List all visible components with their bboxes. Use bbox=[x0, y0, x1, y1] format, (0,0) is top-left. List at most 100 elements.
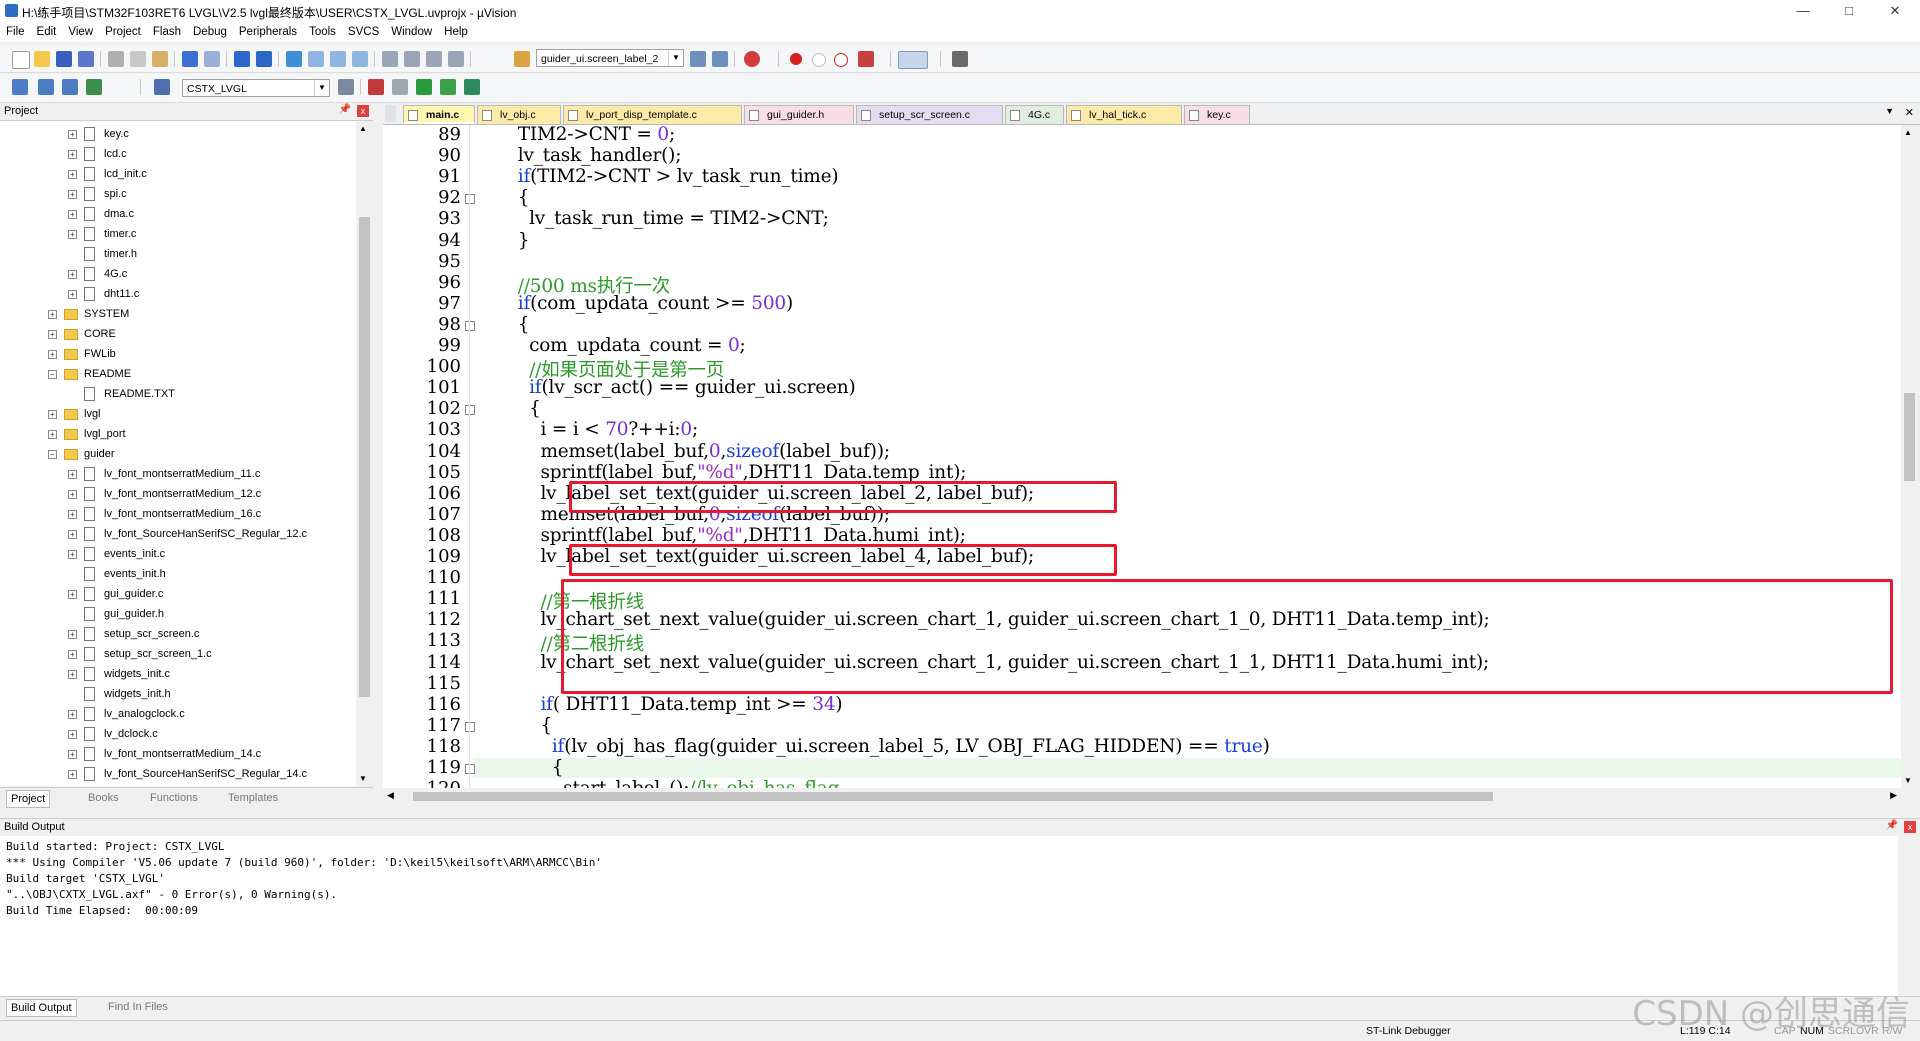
expand-icon[interactable]: + bbox=[68, 130, 77, 139]
editor-horizontal-scrollbar[interactable]: ◀ ▶ bbox=[383, 788, 1901, 805]
build-output-scrollbar[interactable] bbox=[1900, 836, 1918, 996]
expand-icon[interactable]: + bbox=[68, 470, 77, 479]
editor-tab[interactable]: lv_port_disp_template.c bbox=[563, 105, 742, 124]
tree-folder[interactable]: + FWLib bbox=[0, 345, 356, 364]
tree-folder[interactable]: + SYSTEM bbox=[0, 305, 356, 324]
expand-icon[interactable]: + bbox=[68, 270, 77, 279]
file-extensions-icon[interactable] bbox=[392, 79, 408, 95]
download-icon[interactable] bbox=[154, 79, 170, 95]
pin-icon[interactable]: 📌 bbox=[339, 104, 351, 115]
pack-installer-icon[interactable] bbox=[464, 79, 480, 95]
clear-bookmarks-icon[interactable] bbox=[352, 51, 368, 67]
expand-icon[interactable]: + bbox=[68, 190, 77, 199]
save-icon[interactable] bbox=[56, 51, 72, 67]
scroll-down-icon[interactable]: ▼ bbox=[1904, 776, 1912, 785]
tab-books[interactable]: Books bbox=[88, 792, 119, 804]
tab-build-output[interactable]: Build Output bbox=[6, 999, 77, 1017]
code-line[interactable]: if(lv_scr_act() == guider_ui.screen) bbox=[495, 377, 856, 398]
tree-file[interactable]: + gui_guider.c bbox=[0, 585, 356, 604]
code-line[interactable]: { bbox=[495, 314, 530, 335]
expand-icon[interactable]: + bbox=[48, 430, 57, 439]
code-line[interactable]: { bbox=[495, 398, 541, 419]
expand-icon[interactable]: + bbox=[48, 310, 57, 319]
code-line[interactable]: lv_task_handler(); bbox=[495, 145, 682, 166]
run-time-env-icon[interactable] bbox=[440, 79, 456, 95]
code-line[interactable]: i = i < 70?++i:0; bbox=[495, 419, 698, 440]
tree-file[interactable]: + setup_scr_screen.c bbox=[0, 625, 356, 644]
breakpoint-icon[interactable] bbox=[790, 53, 802, 65]
expand-icon[interactable]: + bbox=[68, 770, 77, 779]
code-line[interactable]: if( DHT11_Data.temp_int >= 34) bbox=[495, 694, 842, 715]
tree-file[interactable]: + lv_font_SourceHanSerifSC_Regular_12.c bbox=[0, 525, 356, 544]
expand-icon[interactable]: + bbox=[68, 650, 77, 659]
code-line[interactable]: sprintf(label_buf,"%d",DHT11_Data.temp_i… bbox=[495, 462, 966, 483]
tree-folder[interactable]: − guider bbox=[0, 445, 356, 464]
nav-forward-icon[interactable] bbox=[256, 51, 272, 67]
expand-icon[interactable]: + bbox=[68, 170, 77, 179]
build-output-text[interactable]: Build started: Project: CSTX_LVGL *** Us… bbox=[0, 836, 1898, 996]
configure-icon[interactable] bbox=[952, 51, 968, 67]
expand-icon[interactable]: + bbox=[68, 730, 77, 739]
code-line[interactable]: } bbox=[495, 230, 530, 251]
close-button[interactable]: ✕ bbox=[1872, 0, 1918, 22]
expand-icon[interactable]: + bbox=[68, 530, 77, 539]
expand-icon[interactable]: + bbox=[68, 550, 77, 559]
tree-file[interactable]: +4G.c bbox=[0, 265, 356, 284]
code-line[interactable]: lv_task_run_time = TIM2->CNT; bbox=[495, 208, 829, 229]
expand-icon[interactable]: + bbox=[68, 710, 77, 719]
expand-icon[interactable]: + bbox=[68, 670, 77, 679]
tree-folder[interactable]: − README bbox=[0, 365, 356, 384]
tree-file[interactable]: + dht11.c bbox=[0, 285, 356, 304]
editor-vertical-scrollbar[interactable]: ▲ ▼ bbox=[1901, 125, 1918, 788]
expand-icon[interactable]: + bbox=[68, 750, 77, 759]
code-editor[interactable]: 89 90 91 92 93 94 95 96 97 98 99 100 101 102 103 104 105… bbox=[383, 125, 1901, 788]
batch-build-icon[interactable] bbox=[86, 79, 102, 95]
build-icon[interactable] bbox=[38, 79, 54, 95]
scrollbar-thumb[interactable] bbox=[1904, 393, 1915, 481]
next-bookmark-icon[interactable] bbox=[330, 51, 346, 67]
tree-file[interactable]: + lv_font_montserratMedium_12.c bbox=[0, 485, 356, 504]
comment-icon[interactable] bbox=[426, 51, 442, 67]
menu-window[interactable]: Window bbox=[385, 22, 438, 42]
tree-file[interactable]: + widgets_init.c bbox=[0, 665, 356, 684]
expand-icon[interactable]: + bbox=[48, 410, 57, 419]
tree-file[interactable]: widgets_init.h bbox=[0, 685, 356, 704]
close-icon[interactable]: x bbox=[357, 105, 369, 117]
tab-project[interactable]: Project bbox=[6, 790, 51, 808]
tree-file[interactable]: + timer.c bbox=[0, 225, 356, 244]
code-line[interactable]: TIM2->CNT = 0; bbox=[495, 125, 675, 145]
chevron-down-icon[interactable]: ▼ bbox=[314, 80, 329, 96]
tab-templates[interactable]: Templates bbox=[228, 792, 278, 804]
expand-icon[interactable]: + bbox=[68, 290, 77, 299]
tree-file[interactable]: + spi.c bbox=[0, 185, 356, 204]
debug-session-icon[interactable] bbox=[744, 51, 760, 67]
scroll-left-icon[interactable]: ◀ bbox=[387, 790, 394, 801]
target-options-icon[interactable] bbox=[338, 79, 354, 95]
tree-file[interactable]: + setup_scr_screen_1.c bbox=[0, 645, 356, 664]
target-combo[interactable]: CSTX_LVGL ▼ bbox=[182, 79, 330, 97]
code-line[interactable]: if(com_updata_count >= 500) bbox=[495, 293, 794, 314]
code-line[interactable]: start_label_();//lv_obj_has_flag bbox=[495, 778, 839, 788]
scroll-up-icon[interactable]: ▲ bbox=[1904, 128, 1912, 137]
uncomment-icon[interactable] bbox=[448, 51, 464, 67]
nav-back-icon[interactable] bbox=[234, 51, 250, 67]
tree-file[interactable]: README.TXT bbox=[0, 385, 356, 404]
indent-icon[interactable] bbox=[382, 51, 398, 67]
code-line[interactable]: com_updata_count = 0; bbox=[495, 335, 746, 356]
redo-icon[interactable] bbox=[204, 51, 220, 67]
collapse-icon[interactable]: − bbox=[48, 370, 57, 379]
fold-icon[interactable] bbox=[465, 764, 475, 774]
close-icon[interactable]: x bbox=[1904, 821, 1916, 833]
editor-tab[interactable]: gui_guider.h bbox=[744, 105, 854, 124]
editor-tab[interactable]: main.c bbox=[403, 105, 475, 124]
find-icon[interactable] bbox=[690, 51, 706, 67]
rebuild-icon[interactable] bbox=[62, 79, 78, 95]
prev-bookmark-icon[interactable] bbox=[308, 51, 324, 67]
editor-tab[interactable]: 4G.c bbox=[1005, 105, 1064, 124]
expand-icon[interactable]: + bbox=[68, 590, 77, 599]
scroll-down-icon[interactable]: ▼ bbox=[359, 774, 367, 783]
expand-icon[interactable]: + bbox=[68, 490, 77, 499]
editor-tab[interactable]: setup_scr_screen.c bbox=[856, 105, 1003, 124]
menu-file[interactable]: File bbox=[0, 22, 31, 42]
fold-icon[interactable] bbox=[465, 721, 475, 732]
